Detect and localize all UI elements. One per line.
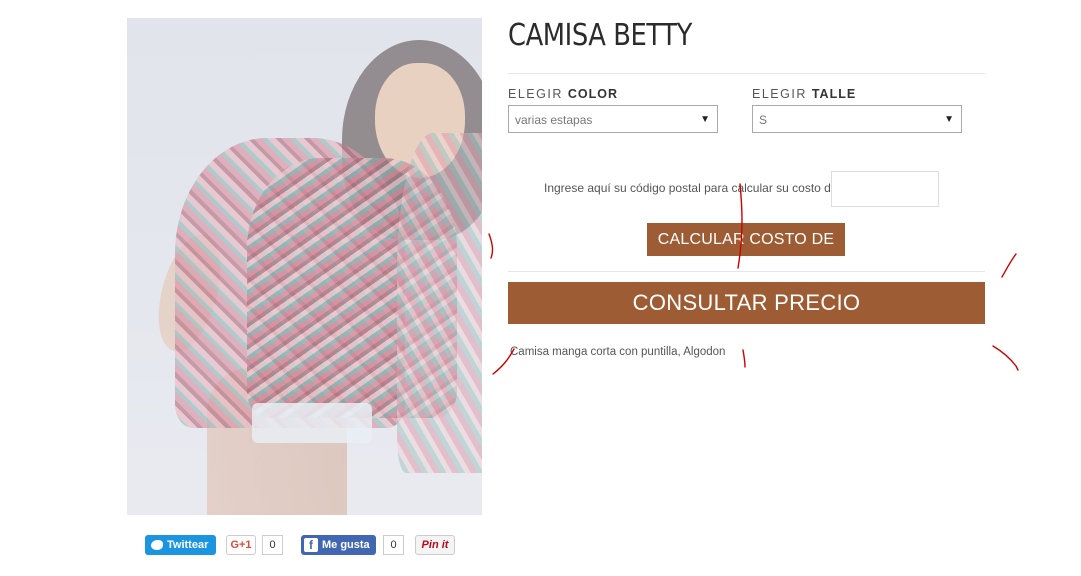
postal-code-label: Ingrese aquí su código postal para calcu… [544,181,874,195]
caret-down-icon: ▼ [944,114,954,125]
annotation-stroke [742,349,746,368]
product-image[interactable] [127,18,482,515]
twitter-bird-icon [151,540,163,550]
talle-select-value: S [759,113,768,127]
annotation-stroke [1001,253,1017,278]
color-label-prefix: ELEGIR [508,87,563,101]
annotation-stroke [992,345,1019,371]
talle-label-prefix: ELEGIR [752,87,807,101]
gplus-button[interactable]: G+1 [226,535,256,555]
image-wash-overlay [127,18,482,515]
caret-down-icon: ▼ [700,114,710,125]
color-label-strong: COLOR [567,87,618,101]
color-select[interactable]: varias estapas ▼ [508,105,718,133]
twitter-share-button[interactable]: Twittear [145,535,216,555]
annotation-stroke [488,233,494,259]
product-description: Camisa manga corta con puntilla, Algodon [510,346,726,358]
facebook-like-count: 0 [383,535,404,555]
color-select-value: varias estapas [515,113,593,127]
talle-label-strong: TALLE [811,87,857,101]
gplus-count: 0 [262,535,283,555]
calculate-shipping-button[interactable]: CALCULAR COSTO DE ENVÍO [647,223,845,281]
facebook-like-label: Me gusta [322,539,370,551]
facebook-like-button[interactable]: f Me gusta [301,535,376,555]
color-label: ELEGIR COLOR [508,87,618,101]
postal-code-input[interactable] [831,171,939,207]
twitter-share-label: Twittear [167,539,209,551]
talle-select[interactable]: S ▼ [752,105,962,133]
consult-price-button[interactable]: CONSULTAR PRECIO [508,282,985,324]
facebook-f-icon: f [304,538,318,552]
divider [508,73,985,74]
talle-label: ELEGIR TALLE [752,87,856,101]
pinterest-pin-button[interactable]: Pin it [415,535,455,555]
product-title: CAMISA BETTY [508,18,692,53]
divider [508,271,985,272]
